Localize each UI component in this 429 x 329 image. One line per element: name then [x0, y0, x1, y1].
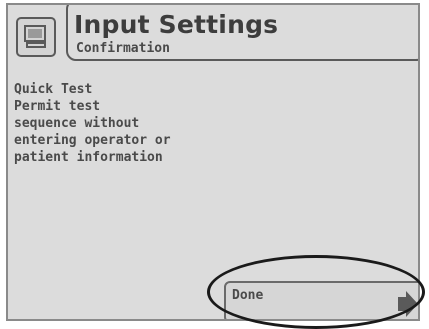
monitor-icon — [16, 17, 56, 57]
device-screen: Input Settings Confirmation Quick Test P… — [6, 3, 420, 321]
description-line: patient information — [14, 150, 163, 165]
page-title: Input Settings — [74, 10, 279, 39]
description-line: sequence without — [14, 116, 140, 131]
setting-name: Quick Test — [14, 82, 93, 97]
arrow-right-icon — [398, 291, 418, 317]
description-line: Permit test — [14, 99, 101, 114]
done-label: Done — [232, 288, 264, 303]
setting-description: Quick Test Permit test sequence without … — [14, 81, 274, 166]
done-button[interactable]: Done — [224, 281, 418, 319]
description-line: entering operator or — [14, 133, 171, 148]
page-subtitle: Confirmation — [76, 41, 170, 56]
